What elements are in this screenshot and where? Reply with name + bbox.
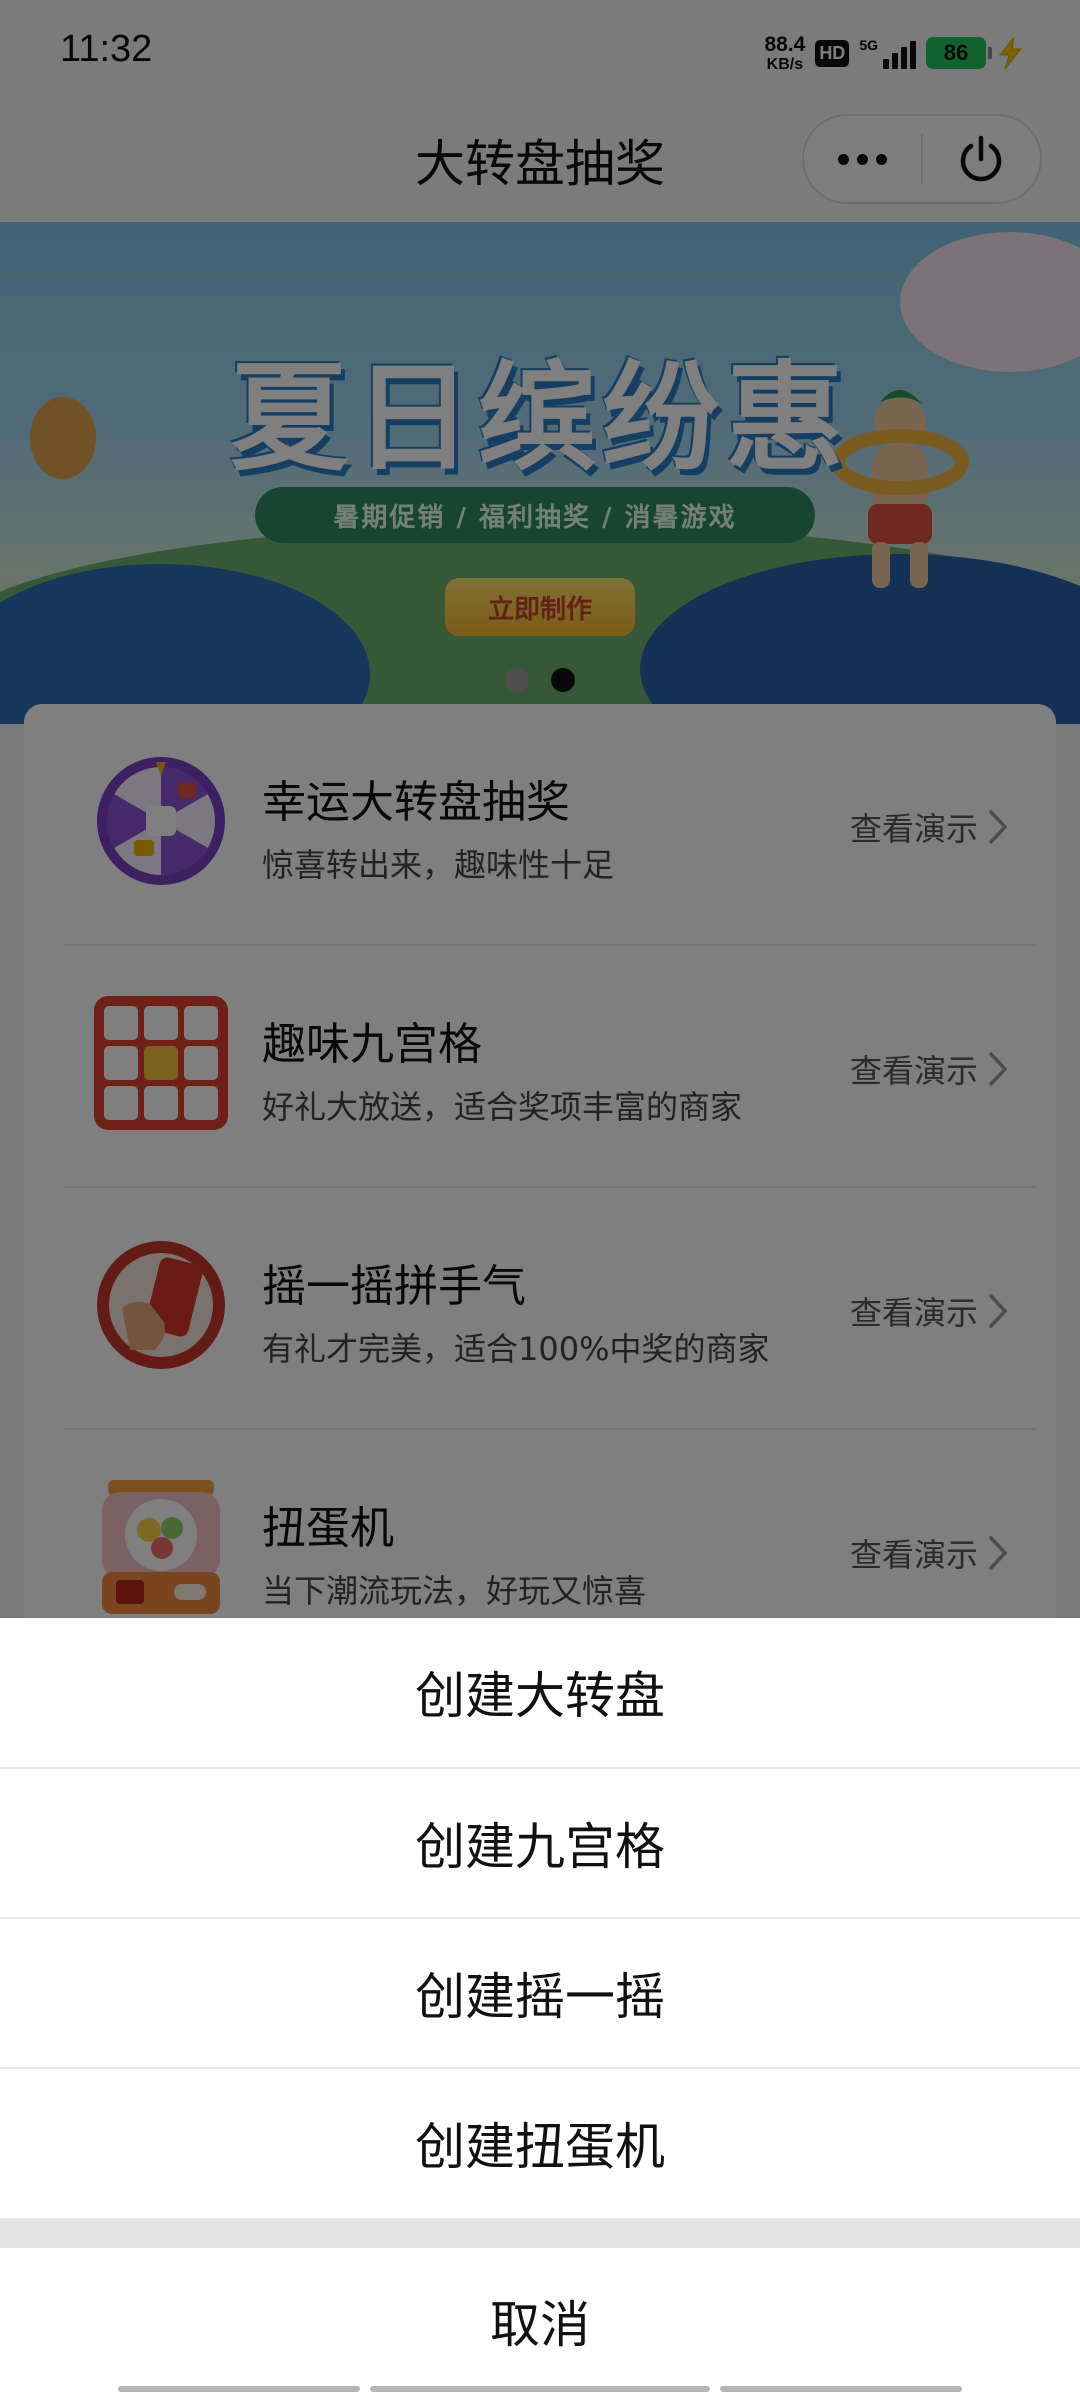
create-gashapon-button[interactable]: 创建扭蛋机 <box>0 2069 1080 2217</box>
action-sheet: 创建大转盘 创建九宫格 创建摇一摇 创建扭蛋机 取消 <box>0 1618 1080 2400</box>
cancel-button[interactable]: 取消 <box>0 2248 1080 2394</box>
create-shake-button[interactable]: 创建摇一摇 <box>0 1919 1080 2067</box>
create-nine-grid-button[interactable]: 创建九宫格 <box>0 1769 1080 1917</box>
create-lucky-wheel-button[interactable]: 创建大转盘 <box>0 1618 1080 1766</box>
gesture-bar-segment <box>118 2386 360 2392</box>
action-sheet-gap <box>0 2218 1080 2248</box>
gesture-bar-segment <box>370 2386 710 2392</box>
gesture-bar-segment <box>720 2386 962 2392</box>
gesture-nav-bar <box>0 2386 1080 2396</box>
